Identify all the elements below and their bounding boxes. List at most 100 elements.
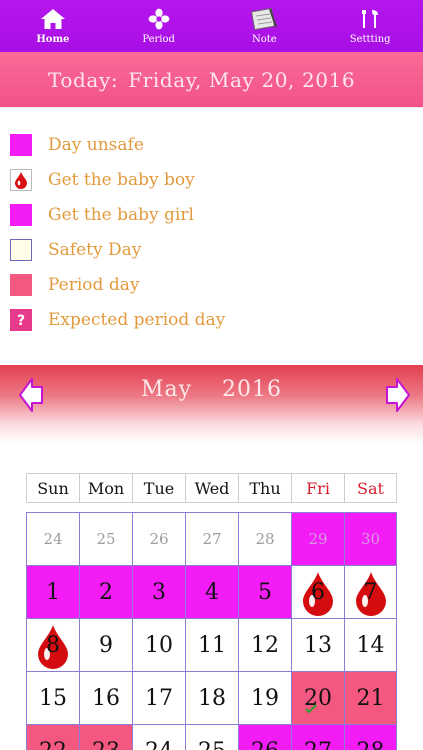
calendar-day-cell[interactable]: 6 bbox=[291, 565, 344, 618]
tab-bar: Home Period Note Settting bbox=[0, 0, 423, 52]
calendar-day-cell[interactable]: 23 bbox=[79, 724, 132, 750]
weekday-label: Fri bbox=[291, 473, 344, 503]
calendar-day-cell[interactable]: 11 bbox=[185, 618, 238, 671]
calendar-day-cell[interactable]: 27 bbox=[291, 724, 344, 750]
tools-icon bbox=[355, 6, 385, 32]
day-number: 3 bbox=[152, 579, 166, 605]
day-number: 25 bbox=[198, 739, 226, 750]
calendar-day-cell[interactable]: 29 bbox=[291, 512, 344, 565]
weekday-label: Sun bbox=[26, 473, 79, 503]
day-number: 28 bbox=[255, 530, 275, 548]
calendar-day-cell[interactable]: 4 bbox=[185, 565, 238, 618]
day-number: 8 bbox=[46, 632, 60, 658]
blood-drop-icon bbox=[10, 169, 32, 191]
calendar-day-cell[interactable]: 16 bbox=[79, 671, 132, 724]
day-number: 24 bbox=[145, 739, 173, 750]
weekday-label: Wed bbox=[185, 473, 238, 503]
calendar-day-cell[interactable]: 27 bbox=[185, 512, 238, 565]
calendar-day-cell[interactable]: 1 bbox=[26, 565, 79, 618]
day-number: 26 bbox=[149, 530, 169, 548]
calendar-day-cell[interactable]: 3 bbox=[132, 565, 185, 618]
day-number: 7 bbox=[363, 579, 378, 605]
calendar-day-cell[interactable]: 25 bbox=[185, 724, 238, 750]
calendar-day-cell[interactable]: 17 bbox=[132, 671, 185, 724]
day-number: 23 bbox=[92, 739, 120, 750]
magenta-swatch bbox=[10, 204, 32, 226]
legend-item-baby-girl: Get the baby girl bbox=[10, 200, 194, 230]
day-number: 11 bbox=[198, 632, 226, 658]
legend-label: Safety Day bbox=[48, 240, 142, 260]
next-month-button[interactable] bbox=[385, 375, 411, 415]
calendar-day-cell[interactable]: 22 bbox=[26, 724, 79, 750]
calendar-day-cell[interactable]: 26 bbox=[132, 512, 185, 565]
day-number: 12 bbox=[251, 632, 279, 658]
day-number: 5 bbox=[258, 579, 272, 605]
tab-home[interactable]: Home bbox=[0, 0, 106, 52]
calendar-day-cell[interactable]: 15 bbox=[26, 671, 79, 724]
notepad-icon bbox=[249, 6, 279, 32]
calendar-day-cell[interactable]: 24 bbox=[26, 512, 79, 565]
day-number: 26 bbox=[251, 739, 279, 750]
day-number: 17 bbox=[145, 685, 173, 711]
calendar-day-cell[interactable]: 19 bbox=[238, 671, 291, 724]
calendar-day-cell[interactable]: 28 bbox=[238, 512, 291, 565]
calendar-day-cell[interactable]: 28 bbox=[344, 724, 397, 750]
day-number: 15 bbox=[39, 685, 67, 711]
legend-item-period-day: Period day bbox=[10, 270, 139, 300]
question-icon: ? bbox=[10, 309, 32, 331]
calendar-day-cell[interactable]: 8 bbox=[26, 618, 79, 671]
month-year: 2016 bbox=[222, 377, 283, 402]
calendar-day-cell[interactable]: 25 bbox=[79, 512, 132, 565]
tab-note[interactable]: Note bbox=[212, 0, 318, 52]
day-number: 22 bbox=[39, 739, 67, 750]
calendar-day-cell[interactable]: 5 bbox=[238, 565, 291, 618]
calendar-week-row: 15 16 17 18 19 20 21 bbox=[26, 671, 397, 724]
day-number: 6 bbox=[311, 579, 325, 605]
calendar-day-cell[interactable]: 2 bbox=[79, 565, 132, 618]
weekday-header: Sun Mon Tue Wed Thu Fri Sat bbox=[26, 473, 397, 503]
legend-label: Get the baby girl bbox=[48, 205, 194, 225]
day-number: 30 bbox=[360, 530, 381, 548]
calendar-day-cell[interactable]: 24 bbox=[132, 724, 185, 750]
day-number: 19 bbox=[251, 685, 279, 711]
calendar-week-row: 1 2 3 4 5 6 7 bbox=[26, 565, 397, 618]
calendar-grid: 24 25 26 27 28 29 30 1 2 3 4 5 6 7 8 9 10 11 12 13 14 15 16 17 1… bbox=[26, 512, 397, 750]
flower-icon bbox=[144, 6, 174, 32]
day-number: 1 bbox=[46, 579, 60, 605]
tab-settings-label: Settting bbox=[349, 34, 391, 45]
calendar-day-cell[interactable]: 20 bbox=[291, 671, 344, 724]
legend-label: Get the baby boy bbox=[48, 170, 195, 190]
legend-label: Period day bbox=[48, 275, 140, 295]
today-prefix: Today: bbox=[48, 67, 119, 92]
calendar-day-cell[interactable]: 7 bbox=[344, 565, 397, 618]
tab-home-label: Home bbox=[36, 34, 70, 45]
day-number: 29 bbox=[308, 530, 328, 548]
today-date: Friday, May 20, 2016 bbox=[128, 67, 356, 92]
calendar-day-cell[interactable]: 26 bbox=[238, 724, 291, 750]
day-number: 18 bbox=[198, 685, 226, 711]
weekday-label: Mon bbox=[79, 473, 132, 503]
legend-item-expected-period: ? Expected period day bbox=[10, 305, 225, 335]
calendar-day-cell[interactable]: 14 bbox=[344, 618, 397, 671]
legend-item-baby-boy: Get the baby boy bbox=[10, 165, 195, 195]
tab-note-label: Note bbox=[252, 34, 277, 45]
legend-item-safety-day: Safety Day bbox=[10, 235, 141, 265]
calendar-day-cell[interactable]: 10 bbox=[132, 618, 185, 671]
tab-settings[interactable]: Settting bbox=[317, 0, 423, 52]
month-title: May 2016 bbox=[0, 377, 423, 402]
calendar-day-cell[interactable]: 30 bbox=[344, 512, 397, 565]
calendar-day-cell[interactable]: 18 bbox=[185, 671, 238, 724]
tab-period-label: Period bbox=[142, 34, 175, 45]
day-number: 27 bbox=[304, 739, 332, 750]
day-number: 24 bbox=[43, 530, 63, 548]
calendar-day-cell[interactable]: 9 bbox=[79, 618, 132, 671]
check-icon bbox=[305, 704, 317, 714]
arrow-right-icon bbox=[386, 378, 410, 412]
weekday-label: Thu bbox=[238, 473, 291, 503]
legend-item-day-unsafe: Day unsafe bbox=[10, 130, 144, 160]
day-number: 28 bbox=[357, 739, 385, 750]
tab-period[interactable]: Period bbox=[106, 0, 212, 52]
calendar-day-cell[interactable]: 13 bbox=[291, 618, 344, 671]
calendar-day-cell[interactable]: 12 bbox=[238, 618, 291, 671]
calendar-day-cell[interactable]: 21 bbox=[344, 671, 397, 724]
